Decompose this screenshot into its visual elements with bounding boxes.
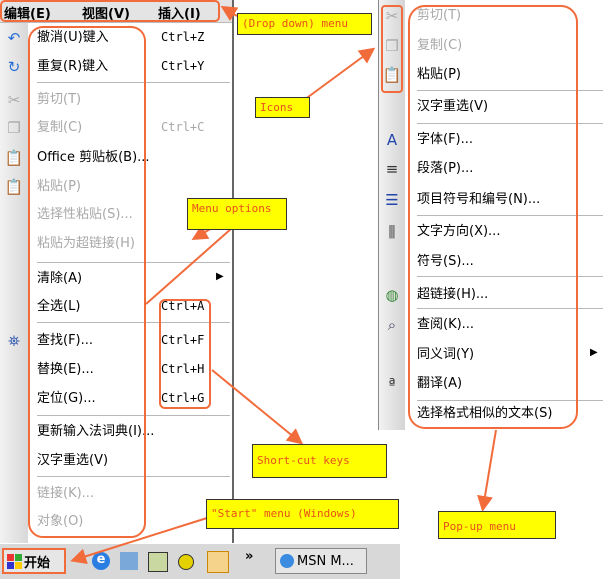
menu-separator <box>417 123 603 124</box>
menu-separator <box>417 90 603 91</box>
start-button[interactable]: 开始 <box>2 548 66 574</box>
edit-menu-item[interactable]: 复制(C) <box>37 117 82 139</box>
menu-edit[interactable]: 编辑(E) <box>4 3 51 22</box>
popup-menu-item[interactable]: 同义词(Y) <box>417 344 474 366</box>
shortcut-label: Ctrl+A <box>161 299 205 313</box>
annotation-popup-menu: Pop-up menu <box>438 511 556 539</box>
binoculars-icon: ⛯ <box>7 332 20 350</box>
shortcut-label: Ctrl+C <box>161 120 205 134</box>
popup-menu-item[interactable]: 符号(S)... <box>417 251 474 273</box>
shortcut-label: Ctrl+G <box>161 391 205 405</box>
popup-menu-item[interactable]: 段落(P)... <box>417 158 473 180</box>
cut-icon: ✂ <box>385 7 399 25</box>
popup-menu-item[interactable]: 选择格式相似的文本(S) <box>417 403 552 425</box>
edit-menu-item[interactable]: 汉字重选(V) <box>37 450 108 472</box>
research-icon: ⌕ <box>387 316 397 334</box>
annotation-start-menu: "Start" menu (Windows) <box>206 499 399 529</box>
edit-menu-item[interactable]: 粘贴为超链接(H) <box>37 233 135 255</box>
copy-icon: ❐ <box>7 119 21 137</box>
cut-icon: ✂ <box>7 91 21 109</box>
window-border <box>232 0 234 543</box>
annotation-dropdown-menu: (Drop down) menu <box>237 13 372 35</box>
menu-separator <box>37 82 230 83</box>
edit-menu-item[interactable]: 撤消(U)键入 <box>37 27 109 49</box>
annotation-menu-options: Menu options <box>187 198 287 230</box>
menu-separator <box>37 322 230 323</box>
annotation-shortcut-keys: Short-cut keys <box>252 444 387 478</box>
menu-bar: 编辑(E) 视图(V) 插入(I) <box>0 0 232 23</box>
paste-icon: 📋 <box>4 178 24 196</box>
hyperlink-icon: ◍ <box>385 286 399 304</box>
edit-menu-item[interactable]: 清除(A) <box>37 268 82 290</box>
text-direction-icon: ⫼ <box>388 223 396 241</box>
chevron-more-icon[interactable]: » <box>245 549 253 575</box>
msn-icon <box>280 554 294 568</box>
menu-separator <box>417 400 603 401</box>
lock-icon[interactable] <box>178 554 194 570</box>
popup-menu-item[interactable]: 粘贴(P) <box>417 64 461 86</box>
edit-menu-item[interactable]: 剪切(T) <box>37 89 81 111</box>
edit-menu-item[interactable]: 链接(K)... <box>37 483 94 505</box>
popup-menu-item[interactable]: 汉字重选(V) <box>417 96 488 118</box>
ie-icon[interactable]: e <box>92 552 110 570</box>
menu-separator <box>417 308 603 309</box>
edit-menu-item[interactable]: 查找(F)... <box>37 330 93 352</box>
menu-insert[interactable]: 插入(I) <box>158 3 201 22</box>
annotation-icons: Icons <box>255 97 310 118</box>
popup-menu-item[interactable]: 字体(F)... <box>417 129 473 151</box>
menu-separator <box>417 215 603 216</box>
start-label: 开始 <box>24 555 51 571</box>
submenu-arrow-icon: ▶ <box>216 271 224 282</box>
edit-menu-item[interactable]: 对象(O) <box>37 511 83 533</box>
menu-separator <box>37 476 230 477</box>
submenu-arrow-icon: ▶ <box>590 347 598 358</box>
shortcut-label: Ctrl+H <box>161 362 205 376</box>
menu-separator <box>37 415 230 416</box>
popup-menu-item[interactable]: 文字方向(X)... <box>417 221 500 243</box>
paste-icon: 📋 <box>382 66 402 84</box>
edit-menu-item[interactable]: 定位(G)... <box>37 388 96 410</box>
font-icon: A <box>386 131 398 149</box>
popup-menu-item[interactable]: 项目符号和编号(N)... <box>417 189 540 211</box>
shortcut-label: Ctrl+Y <box>161 59 205 73</box>
shortcut-label: Ctrl+Z <box>161 30 205 44</box>
edit-menu-item[interactable]: 重复(R)键入 <box>37 56 108 78</box>
popup-menu-item[interactable]: 查阅(K)... <box>417 314 474 336</box>
clipboard-icon: 📋 <box>4 149 24 167</box>
edit-menu-item[interactable]: 选择性粘贴(S)... <box>37 204 133 226</box>
msn-task-button[interactable]: MSN M... <box>275 548 367 574</box>
popup-menu-item[interactable]: 翻译(A) <box>417 373 462 395</box>
undo-icon: ↶ <box>7 29 21 47</box>
menu-view[interactable]: 视图(V) <box>82 3 130 22</box>
taskbar: 开始 e » MSN M... <box>0 543 400 579</box>
edit-menu-item[interactable]: 全选(L) <box>37 296 80 318</box>
popup-menu-item[interactable]: 超链接(H)... <box>417 284 488 306</box>
shortcut-label: Ctrl+F <box>161 333 205 347</box>
edit-menu-item[interactable]: Office 剪贴板(B)... <box>37 147 150 169</box>
edit-menu-item[interactable]: 粘贴(P) <box>37 176 81 198</box>
popup-menu-item[interactable]: 复制(C) <box>417 35 462 57</box>
menu-separator <box>417 276 603 277</box>
windows-logo-icon <box>7 553 22 569</box>
redo-icon: ↻ <box>7 58 21 76</box>
edit-menu-item[interactable]: 替换(E)... <box>37 359 94 381</box>
copy-icon: ❐ <box>385 37 399 55</box>
edit-menu-item[interactable]: 更新输入法词典(I)... <box>37 421 154 443</box>
desktop-icon[interactable] <box>148 552 168 572</box>
popup-menu-item[interactable]: 剪切(T) <box>417 5 461 27</box>
bullets-icon: ☰ <box>385 191 399 209</box>
menu-separator <box>37 262 230 263</box>
paragraph-icon: ≡ <box>385 160 399 178</box>
msn-label: MSN M... <box>297 553 354 569</box>
clock-icon[interactable] <box>207 551 229 573</box>
edit-dropdown-menu <box>0 23 232 543</box>
translate-icon: ª <box>388 375 396 393</box>
outlook-icon[interactable] <box>120 552 138 570</box>
